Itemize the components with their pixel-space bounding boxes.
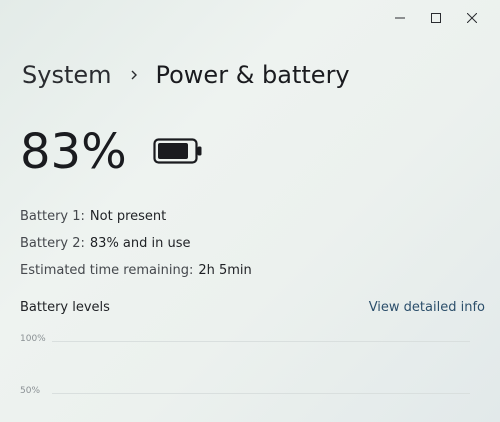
grid-line-50	[52, 393, 470, 394]
battery-summary: 83%	[20, 128, 203, 176]
maximize-icon	[431, 13, 441, 23]
minimize-button[interactable]	[382, 6, 418, 30]
page-title: Power & battery	[155, 61, 350, 89]
time-remaining-label: Estimated time remaining:	[20, 263, 194, 278]
battery-levels-chart: 100% 50%	[0, 320, 500, 422]
grid-line-100	[52, 341, 470, 342]
battery-icon	[153, 138, 203, 168]
time-remaining-line: Estimated time remaining: 2h 5min	[20, 257, 252, 284]
time-remaining-value: 2h 5min	[198, 263, 252, 278]
battery-2-line: Battery 2: 83% and in use	[20, 230, 252, 257]
battery-details: Battery 1: Not present Battery 2: 83% an…	[20, 203, 252, 284]
battery-2-label: Battery 2:	[20, 236, 85, 251]
battery-levels-title: Battery levels	[20, 299, 110, 315]
battery-percentage: 83%	[20, 124, 127, 180]
maximize-button[interactable]	[418, 6, 454, 30]
battery-1-line: Battery 1: Not present	[20, 203, 252, 230]
battery-1-value: Not present	[89, 209, 167, 224]
tick-label-100: 100%	[20, 334, 46, 344]
tick-label-50: 50%	[20, 386, 41, 396]
close-icon	[467, 13, 477, 23]
close-button[interactable]	[454, 6, 490, 30]
breadcrumb: System Power & battery	[22, 60, 350, 90]
chevron-right-icon	[112, 60, 156, 90]
window-controls	[382, 6, 490, 30]
breadcrumb-system[interactable]: System	[22, 61, 112, 89]
minimize-icon	[395, 17, 405, 19]
view-detailed-info-link[interactable]: View detailed info	[369, 300, 485, 315]
battery-2-value: 83% and in use	[89, 236, 191, 251]
battery-1-label: Battery 1:	[20, 209, 85, 224]
battery-levels-header: Battery levels View detailed info	[20, 297, 485, 317]
